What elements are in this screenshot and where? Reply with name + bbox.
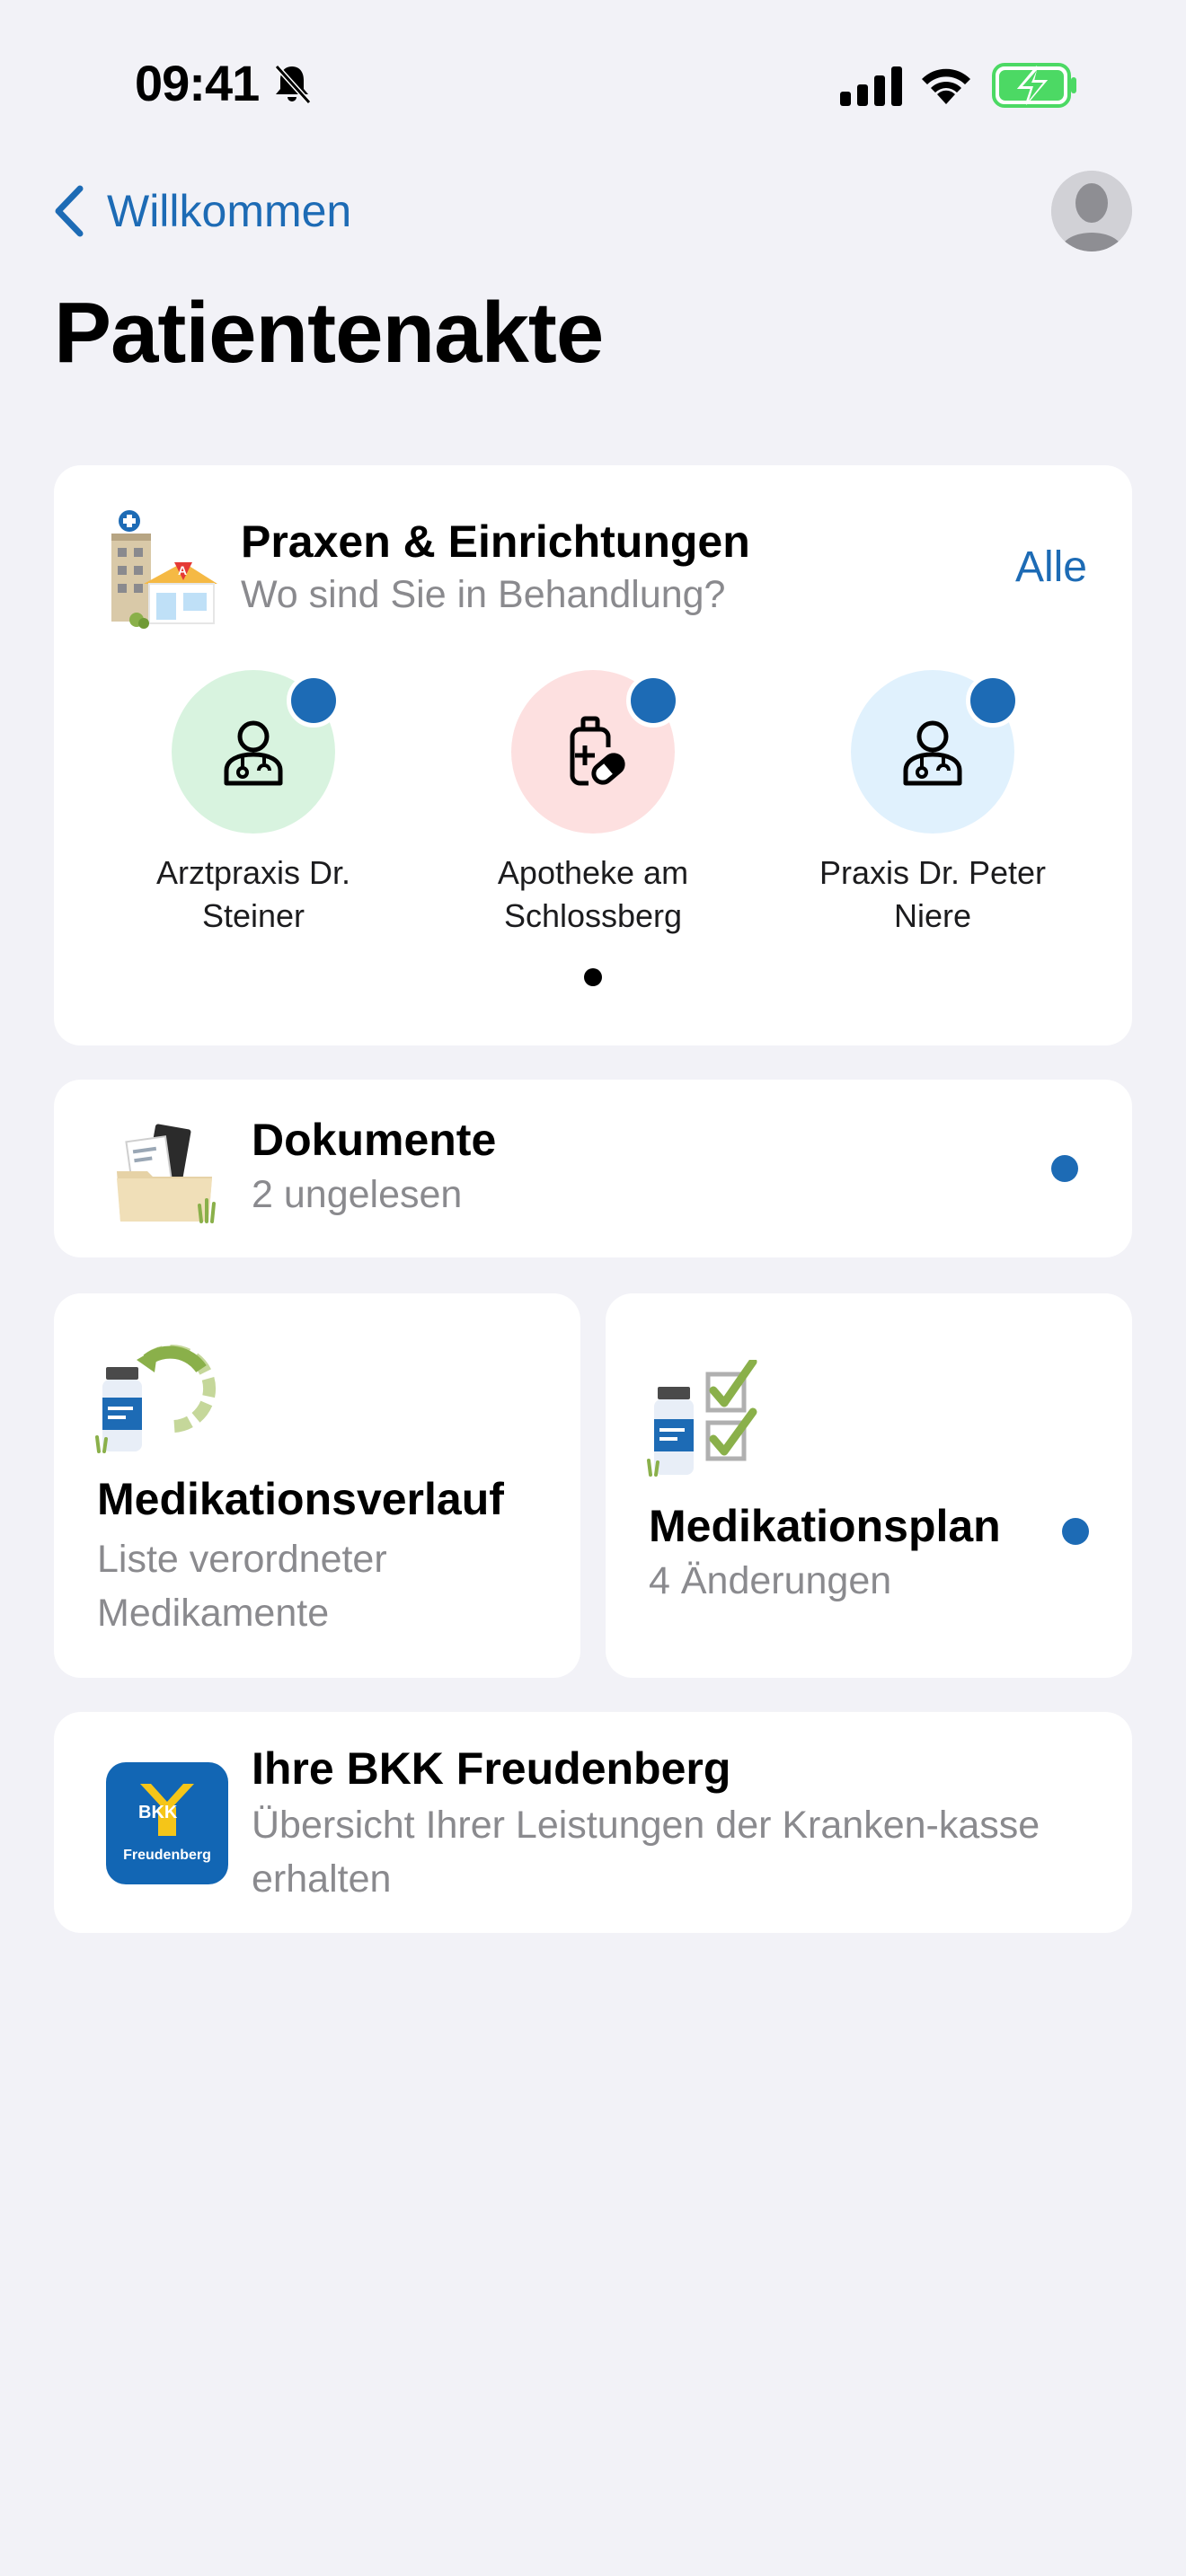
documents-card[interactable]: Dokumente 2 ungelesen: [54, 1080, 1132, 1257]
back-button[interactable]: Willkommen: [49, 180, 351, 243]
bell-slash-icon: [274, 64, 312, 105]
medication-history-card[interactable]: Medikationsverlauf Liste verordneter Med…: [54, 1293, 580, 1678]
medication-history-icon: [95, 1345, 217, 1453]
facility-icon-circle: [172, 670, 341, 834]
svg-text:A: A: [178, 563, 187, 578]
cellular-signal-icon: [840, 66, 902, 106]
chevron-left-icon: [55, 185, 84, 237]
facilities-subtitle: Wo sind Sie in Behandlung?: [241, 573, 726, 616]
doctor-icon: [224, 720, 283, 786]
unread-indicator: [287, 674, 341, 728]
documents-title: Dokumente: [252, 1115, 497, 1165]
facility-icon-circle: [851, 670, 1020, 834]
medication-history-title: Medikationsverlauf: [97, 1474, 504, 1524]
avatar[interactable]: [1051, 171, 1132, 251]
facilities-card: A Praxen & Einrichtungen Wo sind Sie in …: [54, 465, 1132, 1045]
medication-history-subtitle: Liste verordneter Medikamente: [97, 1538, 387, 1635]
svg-text:Freudenberg: Freudenberg: [123, 1848, 211, 1863]
medication-plan-subtitle: 4 Änderungen: [649, 1559, 892, 1602]
documents-folder-icon: [117, 1124, 216, 1223]
insurance-card[interactable]: BKK Freudenberg Ihre BKK Freudenberg Übe…: [54, 1712, 1132, 1933]
facility-item-praxis-peter-niere[interactable]: Praxis Dr. Peter Niere: [798, 670, 1067, 938]
back-label: Willkommen: [107, 186, 352, 236]
page-title: Patientenakte: [54, 285, 604, 381]
facility-name: Praxis Dr. Peter Niere: [819, 854, 1047, 934]
svg-text:BKK: BKK: [138, 1803, 178, 1822]
bkk-logo-icon: BKK Freudenberg: [123, 1784, 211, 1863]
unread-indicator: [1051, 1155, 1078, 1182]
facilities-title: Praxen & Einrichtungen: [241, 516, 750, 567]
facility-item-apotheke-schlossberg[interactable]: Apotheke am Schlossberg: [458, 670, 728, 938]
hospital-pharmacy-illustration: A: [111, 510, 217, 629]
unread-indicator: [626, 674, 680, 728]
doctor-icon: [903, 720, 962, 786]
medication-plan-icon: [647, 1360, 757, 1477]
documents-subtitle: 2 ungelesen: [252, 1173, 463, 1216]
facility-icon-circle: [511, 670, 680, 834]
insurance-title: Ihre BKK Freudenberg: [252, 1743, 731, 1794]
pharmacy-icon: [570, 716, 625, 786]
facility-name: Arztpraxis Dr. Steiner: [155, 854, 351, 934]
battery-charging-icon: [992, 63, 1076, 108]
unread-indicator: [1062, 1518, 1089, 1545]
medication-plan-title: Medikationsplan: [649, 1501, 1001, 1551]
facility-name: Apotheke am Schlossberg: [497, 854, 689, 934]
person-silhouette-icon: [1051, 171, 1132, 251]
unread-indicator: [966, 674, 1020, 728]
insurance-subtitle: Übersicht Ihrer Leistungen der Kranken-k…: [252, 1804, 1040, 1901]
bkk-freudenberg-logo: BKK Freudenberg: [106, 1762, 228, 1884]
wifi-icon: [922, 68, 970, 104]
show-all-button[interactable]: Alle: [1015, 543, 1087, 592]
page-indicator-dot[interactable]: [584, 968, 602, 986]
facility-item-arztpraxis-steiner[interactable]: Arztpraxis Dr. Steiner: [119, 670, 388, 938]
status-time: 09:41: [135, 55, 260, 111]
medication-plan-card[interactable]: Medikationsplan 4 Änderungen: [606, 1293, 1132, 1678]
